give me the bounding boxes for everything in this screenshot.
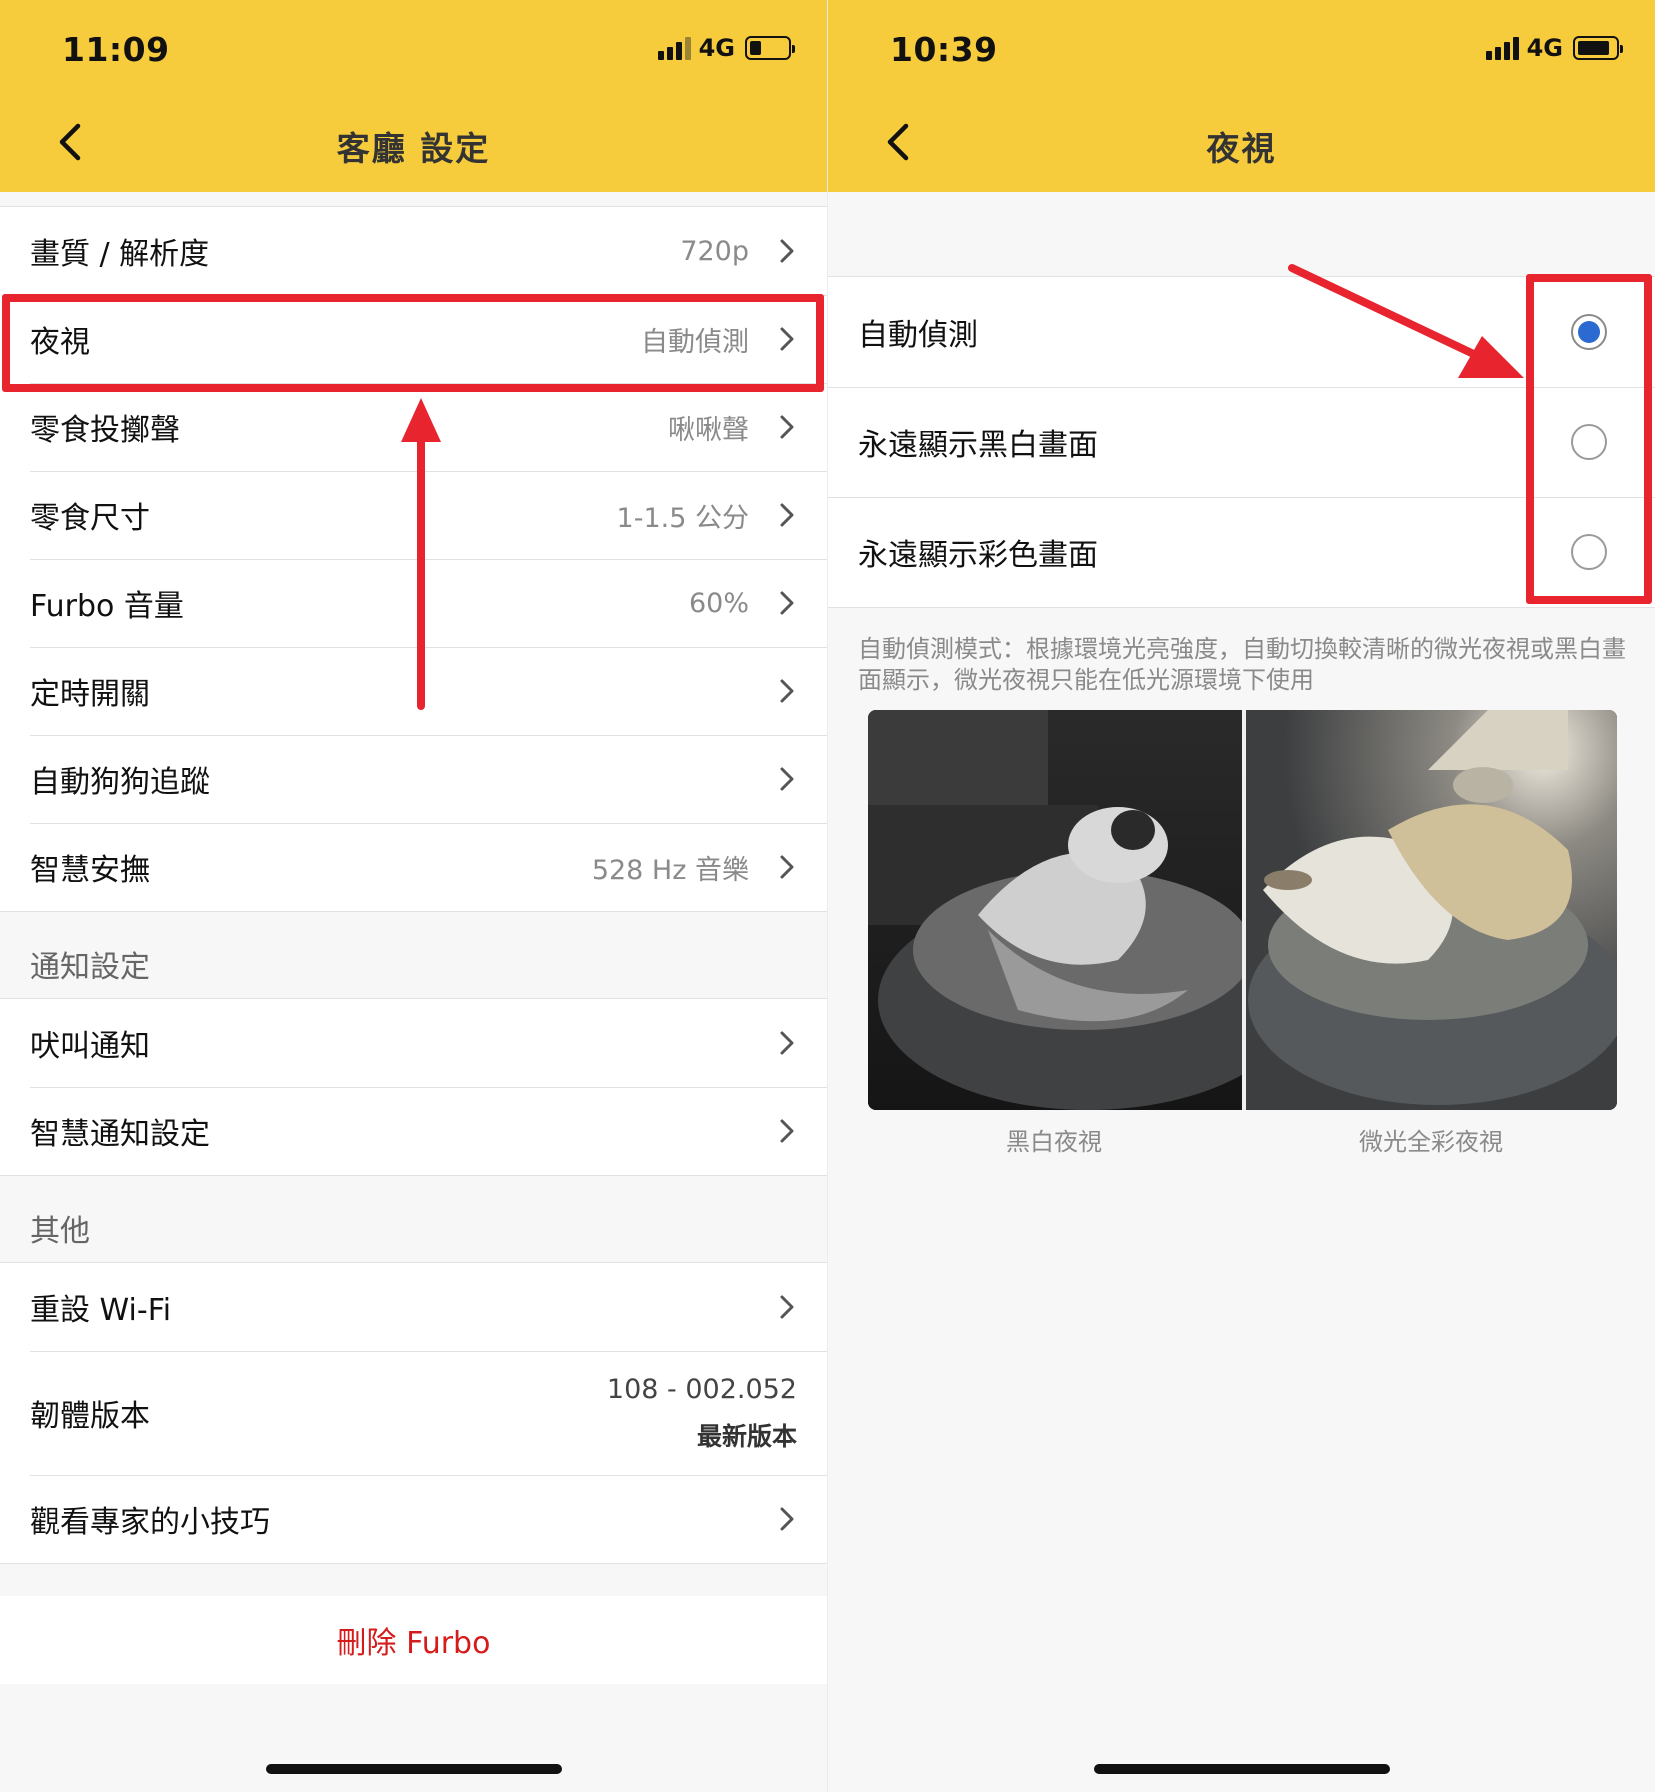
setting-row-smart-alerts[interactable]: 智慧通知設定: [0, 1087, 827, 1175]
firmware-info: 108 - 002.052 最新版本: [607, 1374, 797, 1453]
row-label: 智慧通知設定: [30, 1117, 210, 1152]
setting-row-expert-tips[interactable]: 觀看專家的小技巧: [0, 1475, 827, 1563]
row-label: Furbo 音量: [30, 589, 184, 624]
other-group: 重設 Wi-Fi 韌體版本 108 - 002.052 最新版本 觀看專家的小技…: [0, 1262, 827, 1564]
row-value: 60%: [688, 587, 749, 619]
option-always-color[interactable]: 永遠顯示彩色畫面: [828, 497, 1655, 607]
firmware-version: 108 - 002.052: [606, 1373, 797, 1405]
delete-furbo-button[interactable]: 刪除 Furbo: [0, 1596, 827, 1684]
row-value: 1-1.5 公分: [616, 502, 749, 534]
page-title: 夜視: [1206, 129, 1277, 168]
row-label: 畫質 / 解析度: [30, 237, 210, 272]
row-value: 自動偵測: [641, 326, 749, 358]
chevron-right-icon: [780, 767, 794, 791]
home-indicator: [265, 1764, 562, 1774]
row-label: 零食投擲聲: [30, 413, 180, 448]
nav-header: 10:39 4G 夜視: [828, 0, 1655, 192]
caption-color-night-vision: 微光全彩夜視: [1359, 1128, 1503, 1156]
chevron-right-icon: [780, 415, 794, 439]
row-label: 韌體版本: [30, 1399, 150, 1434]
option-always-bw[interactable]: 永遠顯示黑白畫面: [828, 387, 1655, 497]
row-label: 自動狗狗追蹤: [30, 765, 210, 800]
setting-row-schedule[interactable]: 定時開關: [0, 647, 827, 735]
nav-header: 11:09 4G 客廳 設定: [0, 0, 827, 192]
row-label: 夜視: [30, 325, 90, 360]
battery-icon: [1573, 36, 1623, 60]
chevron-right-icon: [780, 1295, 794, 1319]
row-value: 528 Hz 音樂: [591, 854, 749, 886]
page-title: 客廳 設定: [336, 129, 491, 168]
night-vision-screen: 10:39 4G 夜視 自動偵測 永遠顯示黑白畫面 永遠顯示彩色畫面 自動偵測模…: [828, 0, 1655, 1792]
chevron-right-icon: [780, 239, 794, 263]
mode-description: 自動偵測模式：根據環境光亮強度，自動切換較清晰的微光夜視或黑白畫面顯示，微光夜視…: [858, 635, 1626, 694]
row-label: 智慧安撫: [30, 853, 150, 888]
setting-row-firmware: 韌體版本 108 - 002.052 最新版本: [0, 1351, 827, 1475]
setting-row-smart-soothe[interactable]: 智慧安撫 528 Hz 音樂: [0, 823, 827, 911]
setting-row-bark-alert[interactable]: 吠叫通知: [0, 999, 827, 1087]
option-label: 永遠顯示彩色畫面: [858, 538, 1098, 573]
row-label: 定時開關: [30, 677, 150, 712]
setting-row-reset-wifi[interactable]: 重設 Wi-Fi: [0, 1263, 827, 1351]
row-label: 重設 Wi-Fi: [30, 1293, 172, 1328]
setting-row-resolution[interactable]: 畫質 / 解析度 720p: [0, 207, 827, 295]
row-label: 吠叫通知: [30, 1029, 150, 1064]
row-label: 零食尺寸: [30, 501, 150, 536]
chevron-right-icon: [780, 855, 794, 879]
option-label: 自動偵測: [858, 318, 978, 353]
option-auto[interactable]: 自動偵測: [828, 277, 1655, 387]
chevron-right-icon: [780, 327, 794, 351]
setting-row-volume[interactable]: Furbo 音量 60%: [0, 559, 827, 647]
chevron-right-icon: [780, 679, 794, 703]
settings-screen: 11:09 4G 客廳 設定 畫質 / 解析度 720p 夜視 自動偵測 零食投…: [0, 0, 827, 1792]
option-label: 永遠顯示黑白畫面: [858, 428, 1098, 463]
caption-bw-night-vision: 黑白夜視: [1006, 1128, 1102, 1156]
battery-icon: [745, 36, 795, 60]
night-vision-options: 自動偵測 永遠顯示黑白畫面 永遠顯示彩色畫面: [828, 276, 1655, 608]
setting-row-night-vision[interactable]: 夜視 自動偵測: [0, 295, 827, 383]
chevron-right-icon: [780, 1119, 794, 1143]
section-title-other: 其他: [30, 1214, 90, 1249]
status-indicators: 4G: [657, 34, 795, 62]
chevron-right-icon: [780, 591, 794, 615]
network-type: 4G: [698, 34, 735, 62]
signal-icon: [1485, 36, 1519, 60]
notification-group: 吠叫通知 智慧通知設定: [0, 998, 827, 1176]
signal-icon: [657, 36, 691, 60]
status-time: 10:39: [890, 30, 998, 69]
radio-button[interactable]: [1571, 314, 1607, 350]
sleeping-dog-image: [868, 710, 1617, 1110]
setting-row-treat-size[interactable]: 零食尺寸 1-1.5 公分: [0, 471, 827, 559]
section-title-notifications: 通知設定: [30, 950, 150, 985]
row-value: 720p: [680, 235, 749, 267]
network-type: 4G: [1526, 34, 1563, 62]
setting-row-dog-tracking[interactable]: 自動狗狗追蹤: [0, 735, 827, 823]
chevron-right-icon: [780, 1031, 794, 1055]
home-indicator: [1093, 1764, 1390, 1774]
settings-list: 畫質 / 解析度 720p 夜視 自動偵測 零食投擲聲 啾啾聲 零食尺寸 1-1…: [0, 192, 827, 1564]
radio-button[interactable]: [1571, 424, 1607, 460]
setting-row-treat-sound[interactable]: 零食投擲聲 啾啾聲: [0, 383, 827, 471]
chevron-right-icon: [780, 1507, 794, 1531]
radio-button[interactable]: [1571, 534, 1607, 570]
status-time: 11:09: [62, 30, 170, 69]
firmware-status: 最新版本: [696, 1421, 797, 1451]
camera-settings-group: 畫質 / 解析度 720p 夜視 自動偵測 零食投擲聲 啾啾聲 零食尺寸 1-1…: [0, 206, 827, 912]
night-vision-comparison-image: [868, 710, 1617, 1110]
status-indicators: 4G: [1485, 34, 1623, 62]
row-label: 觀看專家的小技巧: [30, 1505, 270, 1540]
chevron-right-icon: [780, 503, 794, 527]
row-value: 啾啾聲: [668, 414, 749, 446]
